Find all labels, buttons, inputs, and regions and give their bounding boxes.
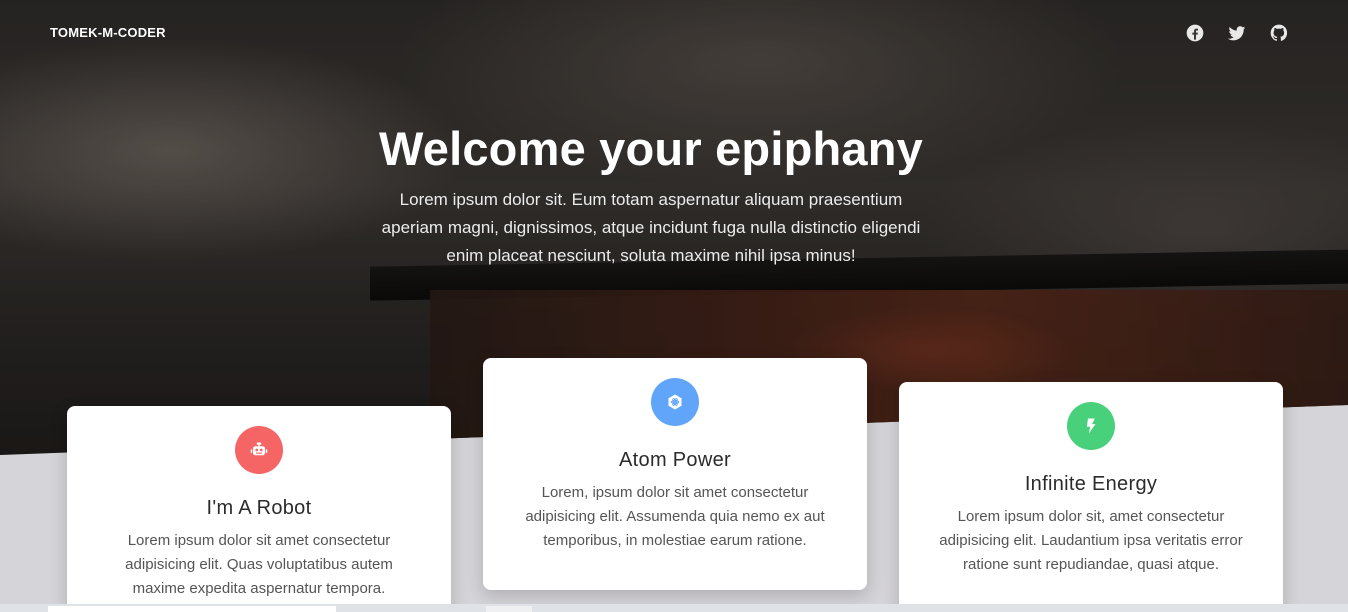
next-section-edge <box>0 604 1348 612</box>
card-text: Lorem ipsum dolor sit, amet consectetur … <box>939 508 1243 573</box>
card-text: Lorem, ipsum dolor sit amet consectetur … <box>525 484 825 549</box>
card-title: Atom Power <box>619 449 731 471</box>
hero-content: Welcome your epiphany Lorem ipsum dolor … <box>374 118 928 270</box>
twitter-icon <box>1227 26 1246 41</box>
card-text: Lorem ipsum dolor sit amet consectetur a… <box>125 532 393 597</box>
atom-icon <box>651 378 699 426</box>
github-link[interactable] <box>1268 22 1290 44</box>
robot-icon <box>235 426 283 474</box>
card-title: I'm A Robot <box>206 497 312 519</box>
hero-title: Welcome your epiphany <box>379 122 923 175</box>
feature-card-energy: Infinite Energy Lorem ipsum dolor sit, a… <box>899 382 1283 612</box>
feature-card-atom: Atom Power Lorem, ipsum dolor sit amet c… <box>483 358 867 590</box>
twitter-link[interactable] <box>1226 22 1248 44</box>
bolt-icon <box>1067 402 1115 450</box>
feature-card-robot: I'm A Robot Lorem ipsum dolor sit amet c… <box>67 406 451 612</box>
github-icon <box>1270 24 1288 41</box>
facebook-icon <box>1186 24 1204 42</box>
hero-subtitle: Lorem ipsum dolor sit. Eum totam asperna… <box>381 190 921 265</box>
social-links <box>1184 22 1290 44</box>
brand-logo[interactable]: TOMEK-M-CODER <box>50 25 166 40</box>
next-section-block <box>48 606 336 612</box>
card-title: Infinite Energy <box>1024 473 1158 495</box>
facebook-link[interactable] <box>1184 22 1206 44</box>
next-section-block <box>486 606 532 612</box>
